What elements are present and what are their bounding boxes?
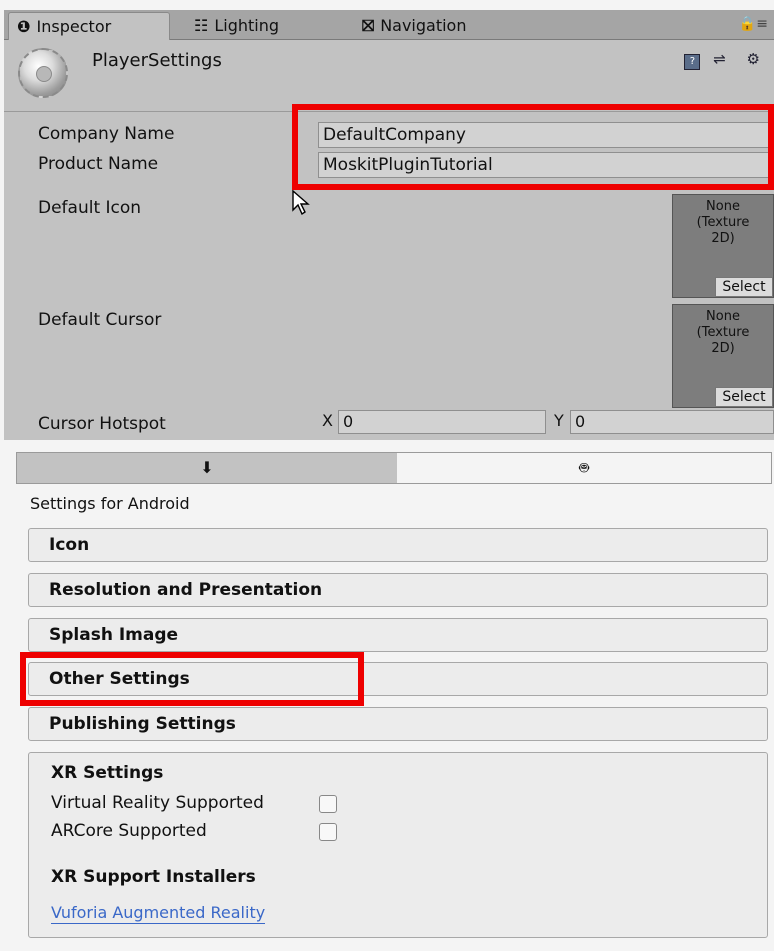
tab-label: Lighting — [214, 16, 280, 35]
tab-label: Navigation — [380, 16, 467, 35]
player-settings-gear-icon — [18, 48, 68, 98]
hotspot-x-field[interactable]: 0 — [338, 410, 546, 434]
arcore-supported-checkbox[interactable] — [319, 823, 337, 841]
product-name-label: Product Name — [38, 154, 159, 174]
default-cursor-texture-slot[interactable]: None (Texture 2D) Select — [672, 304, 774, 408]
company-name-label: Company Name — [38, 124, 175, 144]
tab-navigation[interactable]: ⛝ Navigation — [354, 12, 554, 40]
select-texture-button[interactable]: Select — [715, 387, 773, 407]
tab-label: Inspector — [36, 17, 112, 36]
section-splash-image[interactable]: Splash Image — [28, 618, 768, 652]
inspector-window: ❶ Inspector ☷ Lighting ⛝ Navigation 🔒≡ Play… — [0, 0, 774, 951]
android-icon: 🤖︎ — [579, 458, 589, 477]
lighting-icon: ☷ — [194, 16, 209, 35]
section-resolution-presentation[interactable]: Resolution and Presentation — [28, 573, 768, 607]
platform-tabs: ⬇ 🤖︎ — [16, 452, 772, 484]
default-icon-label: Default Icon — [38, 198, 142, 218]
hotspot-x-label: X — [322, 411, 333, 430]
settings-gear-icon[interactable]: ⚙ — [747, 50, 768, 68]
page-title: PlayerSettings — [92, 50, 222, 71]
section-publishing-settings[interactable]: Publishing Settings — [28, 707, 768, 741]
tab-inspector[interactable]: ❶ Inspector — [8, 12, 170, 40]
tab-standalone[interactable]: ⬇ — [17, 453, 397, 483]
download-icon: ⬇ — [200, 458, 214, 477]
navigation-icon: ⛝ — [362, 16, 375, 35]
xr-settings-panel: XR Settings Virtual Reality Supported AR… — [28, 752, 768, 938]
section-icon[interactable]: Icon — [28, 528, 768, 562]
arcore-supported-label: ARCore Supported — [51, 821, 207, 841]
header-icons: ? ⇌ ⚙ — [684, 50, 768, 70]
vuforia-link[interactable]: Vuforia Augmented Reality — [51, 903, 266, 924]
select-texture-button[interactable]: Select — [715, 277, 773, 297]
inspector-header: PlayerSettings ? ⇌ ⚙ — [4, 40, 774, 112]
help-book-icon[interactable]: ? — [684, 54, 701, 70]
preset-sliders-icon[interactable]: ⇌ — [713, 50, 734, 68]
section-label: Publishing Settings — [49, 714, 236, 734]
tab-android[interactable]: 🤖︎ — [397, 453, 771, 483]
settings-for-heading: Settings for Android — [30, 494, 190, 513]
highlight-other-settings — [20, 652, 364, 706]
tab-bar: ❶ Inspector ☷ Lighting ⛝ Navigation 🔒≡ — [4, 10, 774, 40]
highlight-company-product — [292, 104, 774, 190]
texture-none-text: None (Texture 2D) — [696, 309, 750, 356]
hotspot-y-label: Y — [554, 411, 564, 430]
info-icon: ❶ — [17, 17, 31, 36]
vr-supported-label: Virtual Reality Supported — [51, 793, 264, 813]
section-label: Icon — [49, 535, 90, 555]
mouse-cursor-icon — [292, 190, 310, 216]
hotspot-y-field[interactable]: 0 — [570, 410, 774, 434]
tab-lighting[interactable]: ☷ Lighting — [186, 12, 336, 40]
section-label: Splash Image — [49, 625, 179, 645]
lock-menu-icon[interactable]: 🔒≡ — [739, 16, 768, 32]
cursor-hotspot-label: Cursor Hotspot — [38, 414, 166, 434]
default-icon-texture-slot[interactable]: None (Texture 2D) Select — [672, 194, 774, 298]
vr-supported-checkbox[interactable] — [319, 795, 337, 813]
section-label: Resolution and Presentation — [49, 580, 323, 600]
texture-none-text: None (Texture 2D) — [696, 199, 750, 246]
xr-settings-title: XR Settings — [51, 763, 164, 783]
xr-installers-title: XR Support Installers — [51, 867, 256, 887]
default-cursor-label: Default Cursor — [38, 310, 162, 330]
